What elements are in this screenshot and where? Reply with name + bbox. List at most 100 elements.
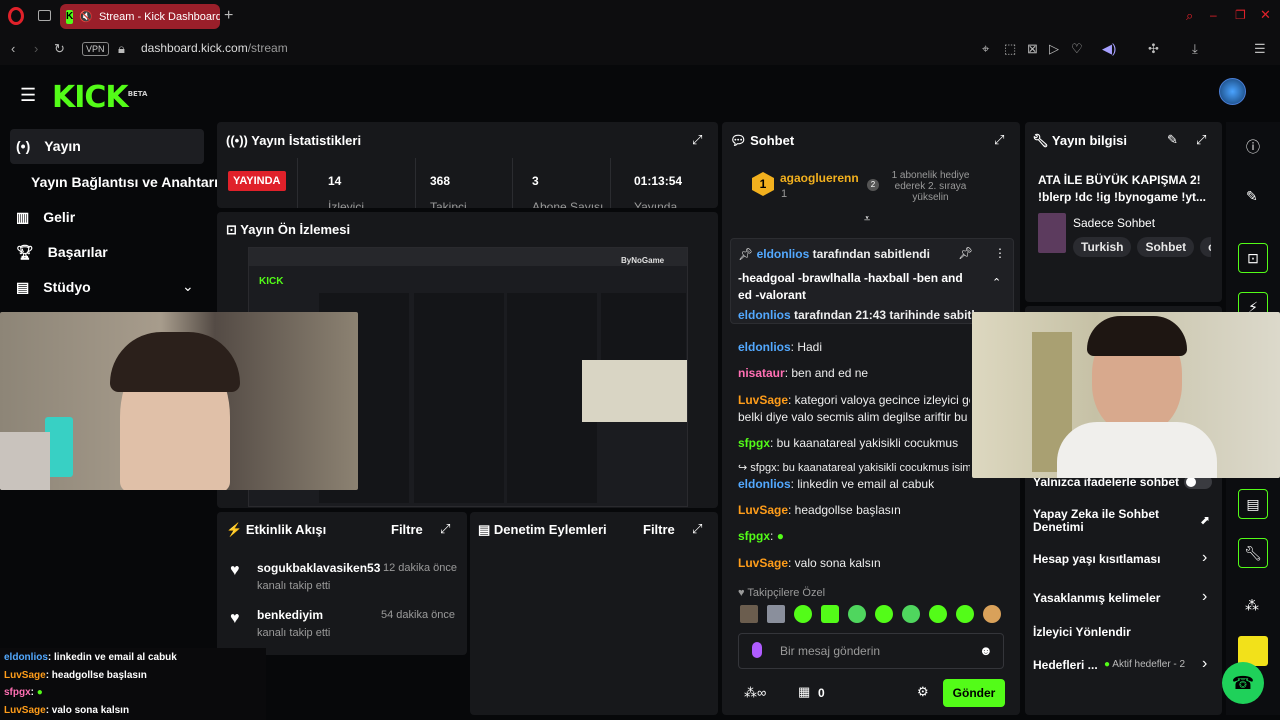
- speaker-icon[interactable]: ◀): [1102, 41, 1116, 57]
- banned-words-item[interactable]: Yasaklanmış kelimeler: [1033, 591, 1160, 605]
- url-field[interactable]: dashboard.kick.com/stream: [141, 41, 288, 55]
- points-icon[interactable]: ⁂∞: [744, 685, 766, 701]
- expand-icon[interactable]: ⤢: [994, 132, 1004, 148]
- heart-icon[interactable]: ♡: [1071, 41, 1083, 57]
- stream-title-text: ATA İLE BÜYÜK KAPIŞMA 2! !blerp !dc !ig …: [1038, 173, 1207, 204]
- workspace-icon[interactable]: [38, 10, 51, 21]
- chat-message[interactable]: eldonlios: linkedin ve email al cabuk: [738, 477, 968, 491]
- collapse-icon[interactable]: ⌃: [992, 276, 1001, 289]
- hamburger-menu-icon[interactable]: ☰: [20, 85, 36, 106]
- account-age-item[interactable]: Hesap yaşı kısıtlaması: [1033, 552, 1160, 566]
- heart-icon: ♥: [230, 610, 240, 627]
- sidebar-item-revenue[interactable]: ▥ Gelir: [16, 202, 75, 232]
- reload-icon[interactable]: ↻: [54, 41, 65, 57]
- activity-action: kanalı takip etti: [257, 627, 331, 639]
- menu-icon[interactable]: ☰: [1254, 41, 1266, 57]
- broadcast-icon: (•): [16, 138, 31, 154]
- stat-viewers-label: İzleyici: [328, 200, 365, 208]
- top-gifter-rank: 1: [781, 188, 788, 200]
- stat-followers: 368: [430, 174, 451, 188]
- pinned-footer: eldonlios tarafından 21:43 tarihinde sab…: [738, 308, 978, 322]
- emoji-icon[interactable]: ☻: [979, 643, 993, 658]
- chat-message[interactable]: LuvSage: valo sona kalsın: [738, 556, 968, 570]
- support-chat-button[interactable]: ☎: [1222, 662, 1264, 704]
- pinned-text: -headgoal -brawlhalla -haxball -ben and …: [738, 271, 963, 302]
- moderation-panel: [470, 512, 718, 715]
- tag-chip[interactable]: Sohbet: [1137, 237, 1195, 257]
- chat-message[interactable]: sfpgx: bu kaanatareal yakisikli cocukmus: [738, 436, 970, 450]
- browser-tab[interactable]: K 🔇 Stream - Kick Dashboard: [60, 4, 220, 29]
- chevron-down-icon[interactable]: ⌄: [182, 278, 194, 295]
- chat-title: 💬︎ Sohbet: [730, 133, 795, 148]
- expand-icon[interactable]: ⤢: [692, 132, 702, 148]
- edit-icon[interactable]: ✎: [1167, 132, 1178, 148]
- chat-message[interactable]: LuvSage: kategori valoya gecince izleyic…: [738, 393, 970, 407]
- sidebar-item-stream[interactable]: (•) Yayın: [16, 131, 81, 161]
- external-link-icon[interactable]: ⬈: [1200, 513, 1210, 527]
- pin-icon[interactable]: ⌖: [982, 41, 989, 57]
- chat-settings-icon[interactable]: ⚙: [917, 684, 929, 700]
- vpn-badge[interactable]: VPN: [82, 42, 109, 56]
- maximize-button[interactable]: ❐: [1235, 8, 1246, 22]
- activity-user[interactable]: benkediyim: [257, 608, 323, 622]
- back-icon[interactable]: ‹: [11, 41, 15, 56]
- tag-chip[interactable]: ch: [1200, 237, 1211, 257]
- chat-message[interactable]: belki diye valo secmis alim degilse arif…: [738, 410, 970, 424]
- chat-message[interactable]: sfpgx: ●: [738, 529, 968, 543]
- activity-user[interactable]: sogukbaklavasiken53: [257, 561, 380, 575]
- layout-icon[interactable]: ▤: [1238, 489, 1268, 519]
- sidebar-item-stream-key[interactable]: Yayın Bağlantısı ve Anahtarı: [31, 167, 218, 197]
- chat-input-placeholder: Bir mesaj gönderin: [780, 644, 881, 658]
- kick-logo[interactable]: KICKBETA: [52, 80, 147, 115]
- ai-moderation-item[interactable]: Yapay Zeka ile Sohbet Denetimi: [1033, 508, 1183, 534]
- adblock-icon[interactable]: ⊠: [1027, 41, 1038, 57]
- emote-row[interactable]: [740, 605, 1002, 623]
- group-icon[interactable]: ⁂: [1245, 597, 1259, 614]
- expand-icon[interactable]: ⤢: [692, 521, 702, 537]
- forward-icon[interactable]: ›: [34, 41, 38, 56]
- chevron-right-icon[interactable]: ›: [1202, 655, 1207, 673]
- moderation-title: ▤ Denetim Eylemleri: [478, 522, 607, 537]
- chat-message[interactable]: nisataur: ben and ed ne: [738, 366, 968, 380]
- send-button[interactable]: Gönder: [943, 679, 1005, 707]
- opera-logo-icon[interactable]: [8, 7, 24, 25]
- camera-scene-icon[interactable]: ⊡: [1238, 243, 1268, 273]
- wrench-icon[interactable]: 🔧︎: [1238, 538, 1268, 568]
- mute-icon[interactable]: 🔇: [79, 10, 93, 23]
- sidebar-item-achievements[interactable]: 🏆︎ Başarılar: [16, 237, 108, 267]
- microphone-icon[interactable]: [752, 642, 762, 658]
- goals-item[interactable]: Hedefleri ...: [1033, 658, 1098, 672]
- search-icon[interactable]: ⌕: [1186, 8, 1193, 24]
- snapshot-icon[interactable]: ⬚: [1004, 41, 1016, 57]
- moderation-filter-button[interactable]: Filtre: [643, 522, 675, 537]
- unpin-icon[interactable]: 📌︎: [958, 246, 973, 260]
- activity-filter-button[interactable]: Filtre: [391, 522, 423, 537]
- emote-icon: ●: [776, 529, 784, 543]
- user-avatar[interactable]: [1219, 78, 1246, 105]
- category-name[interactable]: Sadece Sohbet: [1073, 216, 1155, 230]
- close-window-button[interactable]: ✕: [1260, 7, 1271, 23]
- info-icon[interactable]: ⓘ: [1246, 137, 1260, 157]
- gift-rank-icon: 2: [867, 179, 879, 191]
- store-icon[interactable]: ▦: [798, 684, 810, 700]
- top-gifter-name[interactable]: agaogluerenn: [780, 171, 859, 185]
- play-icon[interactable]: ▷: [1049, 41, 1059, 57]
- more-options-icon[interactable]: ⋮: [994, 246, 1006, 260]
- extensions-icon[interactable]: ✣: [1148, 41, 1159, 57]
- expand-icon[interactable]: ⤢: [1196, 132, 1206, 148]
- minimize-button[interactable]: –: [1210, 8, 1217, 22]
- download-icon[interactable]: ⤓: [1192, 41, 1198, 57]
- tag-chip[interactable]: Turkish: [1073, 237, 1132, 257]
- chat-message[interactable]: eldonlios: Hadi: [738, 340, 968, 354]
- expand-icon[interactable]: ⤢: [440, 521, 450, 537]
- sidebar-item-studio[interactable]: ▤ Stüdyo: [16, 272, 91, 302]
- preview-title: ⊡ Yayın Ön İzlemesi: [226, 222, 351, 237]
- lock-icon: 🔒︎: [118, 41, 125, 56]
- chevron-right-icon[interactable]: ›: [1202, 588, 1207, 606]
- chevron-right-icon[interactable]: ›: [1202, 549, 1207, 567]
- new-tab-button[interactable]: +: [224, 7, 233, 25]
- viewer-redirect-item[interactable]: İzleyici Yönlendir: [1033, 625, 1131, 639]
- edit-icon[interactable]: ✎: [1246, 188, 1258, 205]
- scroll-down-icon[interactable]: ⩡: [864, 213, 870, 226]
- chat-message[interactable]: LuvSage: headgollse başlasın: [738, 503, 968, 517]
